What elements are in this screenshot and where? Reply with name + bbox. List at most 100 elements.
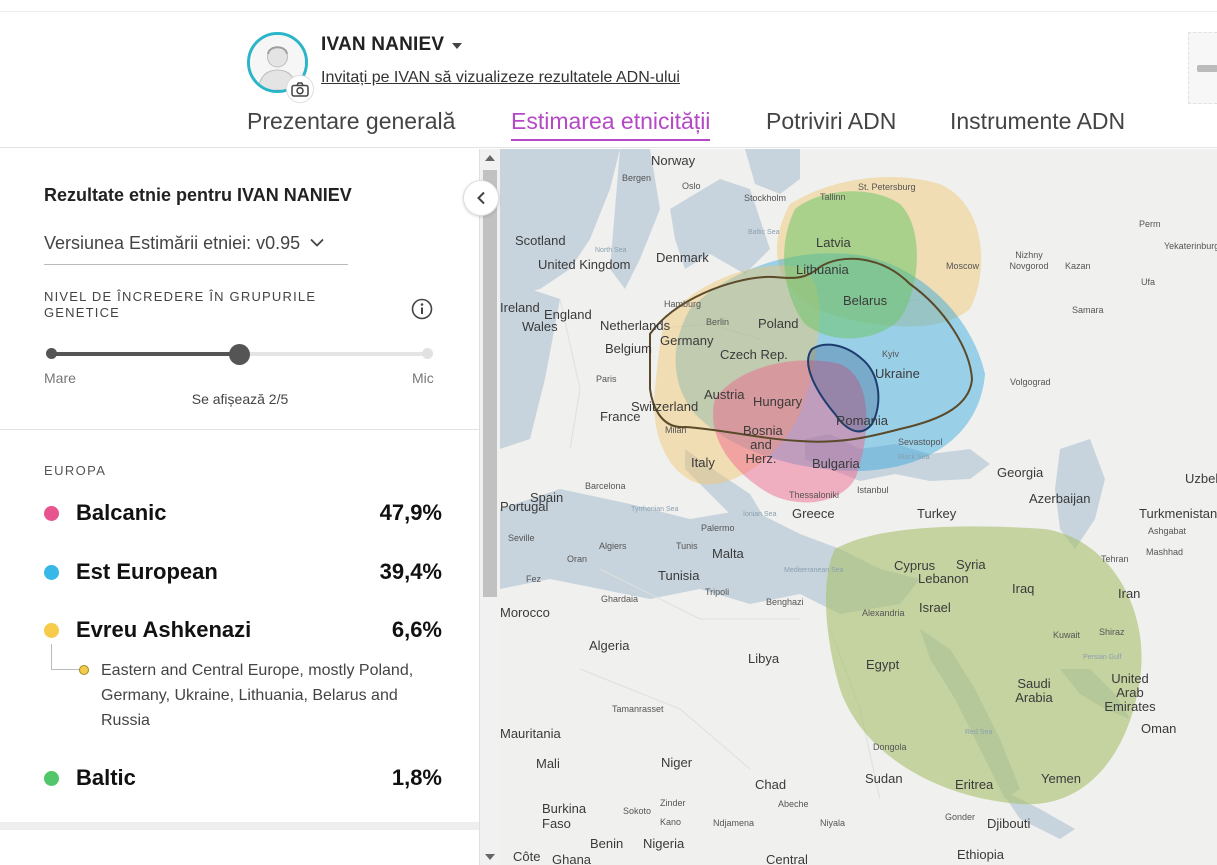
ethnicity-color-dot <box>44 770 59 786</box>
map-label: Seville <box>508 533 535 543</box>
map-label: Yekaterinburg <box>1164 241 1217 251</box>
panel-title: Rezultate etnie pentru IVAN NANIEV <box>44 185 352 205</box>
map-label: Dongola <box>873 742 907 752</box>
tab-ethnicity-estimate[interactable]: Estimarea etnicității <box>511 108 711 141</box>
map-label: Alexandria <box>862 608 905 618</box>
map-label: Czech Rep. <box>720 347 788 362</box>
map-label: Morocco <box>500 605 550 620</box>
ethnicity-row-eastern-european[interactable]: Est European 39,4% <box>44 557 442 587</box>
map-label: Perm <box>1139 219 1161 229</box>
region-label: EUROPA <box>44 463 107 478</box>
map-label: Belarus <box>843 293 888 308</box>
divider <box>0 429 479 430</box>
map-label: Tunis <box>676 541 698 551</box>
map-label: Istanbul <box>857 485 889 495</box>
map-label: Germany <box>660 333 714 348</box>
map-label: United Arab Emirates <box>1104 671 1156 714</box>
map-label: Ghardaia <box>601 594 639 604</box>
map-label: Azerbaijan <box>1029 491 1091 506</box>
map-label: Baltic Sea <box>748 229 780 236</box>
map-label: Central <box>766 852 808 865</box>
map-label: Syria <box>956 557 986 572</box>
sub-region-text[interactable]: Eastern and Central Europe, mostly Polan… <box>101 658 451 733</box>
map-label: Iran <box>1118 586 1141 601</box>
ethnicity-color-dot <box>44 564 59 580</box>
map-label: Mediterranean Sea <box>784 567 844 574</box>
map-label: Kyiv <box>882 349 900 359</box>
slider-max-label: Mic <box>412 370 434 386</box>
map-label: Saudi Arabia <box>1015 676 1053 705</box>
map-label: Côte <box>513 849 541 864</box>
confidence-slider-thumb[interactable] <box>228 344 250 365</box>
map-label: Ionian Sea <box>743 511 777 518</box>
chevron-down-icon <box>310 238 324 247</box>
tab-dna-tools[interactable]: Instrumente ADN <box>950 108 1125 135</box>
map-label: Austria <box>704 387 745 402</box>
map-label: Nigeria <box>643 836 685 851</box>
ethnicity-map[interactable]: Norway Scotland United Kingdom Denmark I… <box>500 149 1217 865</box>
map-label: St. Petersburg <box>858 182 916 192</box>
map-label: Benghazi <box>766 597 804 607</box>
map-label: Uzbekistan <box>1185 471 1217 486</box>
top-bar <box>0 0 1217 12</box>
map-label: Hamburg <box>664 299 702 309</box>
map-label: Norway <box>651 153 696 168</box>
map-label: Oman <box>1141 721 1177 736</box>
ethnicity-color-dot <box>44 622 59 638</box>
map-label: Italy <box>691 455 715 470</box>
ethnicity-percent: 39,4% <box>379 559 442 584</box>
map-label: Tunisia <box>658 568 700 583</box>
map-label: Kazan <box>1065 261 1091 271</box>
ethnicity-row-baltic[interactable]: Baltic 1,8% <box>44 763 442 793</box>
scroll-up-arrow-icon[interactable] <box>485 155 495 161</box>
slider-end-dot <box>422 348 433 359</box>
map-label: Paris <box>596 374 617 384</box>
slider-status: Se afișează 2/5 <box>191 391 289 407</box>
map-label: Algeria <box>589 638 630 653</box>
ethnicity-row-balkan[interactable]: Balcanic 47,9% <box>44 498 442 528</box>
map-label: Tallinn <box>820 192 846 202</box>
map-label: Ndjamena <box>713 818 755 828</box>
map-label: Romania <box>836 413 889 428</box>
version-label: Versiunea Estimării etniei: v0.95 <box>44 233 301 253</box>
ethnicity-row-ashkenazi[interactable]: Evreu Ashkenazi 6,6% <box>44 615 442 645</box>
map-label: Tyrrhenian Sea <box>631 506 679 513</box>
map-label: Sevastopol <box>898 437 943 447</box>
map-label: Milan <box>665 425 687 435</box>
tab-overview[interactable]: Prezentare generală <box>247 108 455 135</box>
invite-link[interactable]: Invitați pe IVAN să vizualizeze rezultat… <box>321 69 680 87</box>
map-label: Black Sea <box>898 454 930 461</box>
ethnicity-color-dot <box>44 505 59 521</box>
main-tabs: Prezentare generală Estimarea etnicități… <box>0 108 1217 148</box>
collapse-panel-button[interactable] <box>463 180 499 216</box>
username-dropdown[interactable]: IVAN NANIEV <box>321 34 463 56</box>
camera-icon[interactable] <box>286 75 314 103</box>
map-label: Bergen <box>622 173 652 183</box>
ethnicity-name: Balcanic <box>76 500 167 525</box>
map-label: Kano <box>660 817 682 827</box>
sub-region-dot <box>79 665 89 675</box>
ethnicity-name: Est European <box>76 559 218 584</box>
scrollbar-thumb[interactable] <box>483 170 497 597</box>
sub-region-connector <box>51 644 81 670</box>
map-label: Libya <box>748 651 780 666</box>
map-label: Scotland <box>515 233 566 248</box>
slider-start-dot <box>46 348 57 359</box>
map-label: Oslo <box>682 181 701 191</box>
caret-down-icon <box>452 43 463 49</box>
tab-dna-matches[interactable]: Potriviri ADN <box>766 108 896 135</box>
map-label: Greece <box>792 506 835 521</box>
slider-min-label: Mare <box>44 370 76 386</box>
info-icon[interactable] <box>411 298 433 320</box>
map-label: Kuwait <box>1053 630 1081 640</box>
scroll-down-arrow-icon[interactable] <box>485 854 495 860</box>
map-label: Belgium <box>605 341 652 356</box>
map-label: Mali <box>536 756 560 771</box>
map-label: Turkey <box>917 506 957 521</box>
map-label: Tehran <box>1101 554 1129 564</box>
map-label: Wales <box>522 319 558 334</box>
version-dropdown[interactable]: Versiunea Estimării etniei: v0.95 <box>44 233 348 265</box>
map-label: Bulgaria <box>812 456 860 471</box>
map-label: Niger <box>661 755 693 770</box>
map-label: Mauritania <box>500 726 561 741</box>
